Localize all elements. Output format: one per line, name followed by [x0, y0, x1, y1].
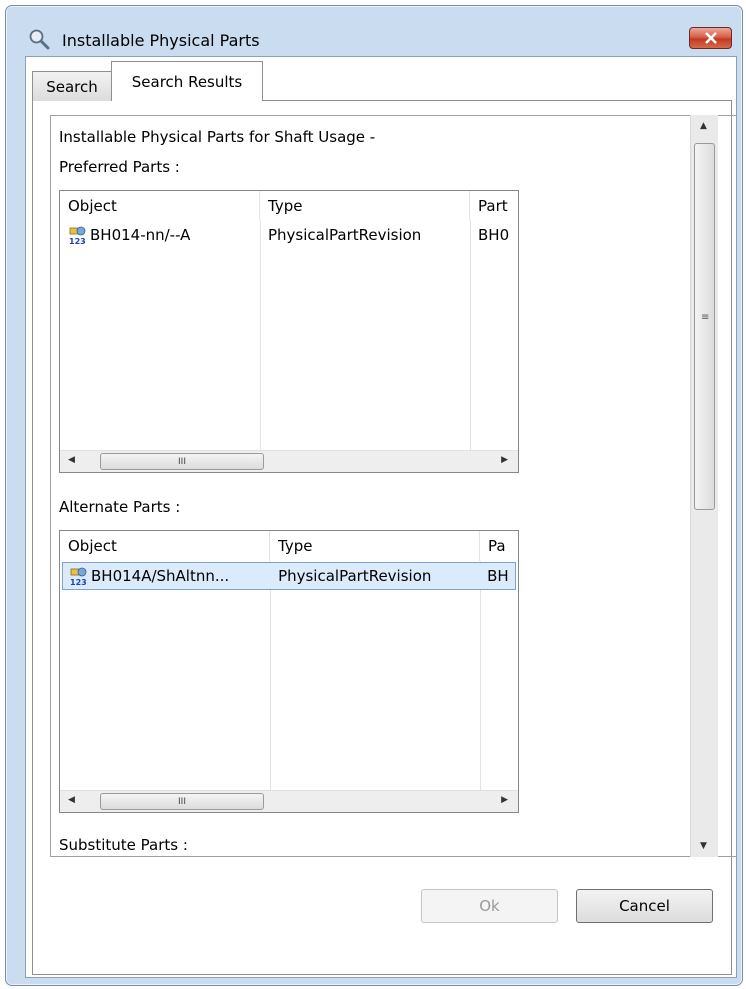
part-cell: BH0 — [478, 226, 510, 244]
column-header-type[interactable]: Type — [270, 531, 480, 561]
object-name: BH014-nn/--A — [90, 226, 191, 244]
alternate-parts-list[interactable]: Object Type Pa 123 BH014A/ShAltnn... Phy… — [59, 530, 519, 813]
scroll-thumb[interactable]: III — [100, 793, 264, 810]
type-cell: PhysicalPartRevision — [278, 567, 432, 585]
alternate-horizontal-scrollbar[interactable]: ◀ III ▶ — [60, 790, 518, 812]
physical-part-revision-icon: 123 — [69, 226, 86, 245]
preferred-parts-label: Preferred Parts : — [59, 158, 180, 176]
type-cell: PhysicalPartRevision — [268, 226, 422, 244]
title-bar[interactable]: Installable Physical Parts — [6, 6, 742, 60]
table-row[interactable]: 123 BH014A/ShAltnn... PhysicalPartRevisi… — [62, 562, 516, 590]
alternate-parts-label: Alternate Parts : — [59, 498, 181, 516]
physical-part-revision-icon: 123 — [70, 567, 87, 586]
object-cell: 123 BH014A/ShAltnn... — [63, 566, 270, 586]
vertical-scroll-thumb[interactable]: ≡ — [694, 143, 715, 510]
column-header-object[interactable]: Object — [60, 191, 260, 221]
column-header-object[interactable]: Object — [60, 531, 270, 561]
scroll-up-icon[interactable]: ▲ — [700, 121, 707, 131]
scroll-right-icon[interactable]: ▶ — [501, 455, 508, 465]
column-divider — [470, 221, 471, 451]
results-heading: Installable Physical Parts for Shaft Usa… — [59, 128, 376, 146]
grip-icon: ≡ — [701, 312, 710, 323]
tab-search-results-label: Search Results — [131, 72, 243, 91]
scroll-right-icon[interactable]: ▶ — [501, 795, 508, 805]
svg-text:123: 123 — [70, 578, 87, 586]
window-title: Installable Physical Parts — [62, 31, 260, 50]
tab-search-label: Search — [46, 77, 98, 96]
cancel-button[interactable]: Cancel — [576, 889, 713, 923]
object-cell: 123 BH014-nn/--A — [60, 225, 260, 245]
column-divider — [270, 561, 271, 791]
dialog-client-area: Search Search Results Installable Physic… — [25, 56, 737, 978]
close-button[interactable] — [689, 27, 732, 49]
part-cell: BH — [487, 567, 509, 585]
column-header-part[interactable]: Part — [470, 191, 518, 221]
tab-search[interactable]: Search — [32, 71, 112, 101]
tab-search-results[interactable]: Search Results — [111, 61, 263, 101]
scroll-left-icon[interactable]: ◀ — [68, 795, 75, 805]
table-row[interactable]: 123 BH014-nn/--A PhysicalPartRevision BH… — [60, 222, 518, 248]
preferred-horizontal-scrollbar[interactable]: ◀ III ▶ — [60, 450, 518, 472]
column-divider — [480, 561, 481, 791]
close-icon — [704, 32, 717, 44]
column-divider — [260, 221, 261, 451]
scroll-down-icon[interactable]: ▼ — [700, 841, 707, 851]
tab-divider — [263, 100, 731, 101]
magnifier-icon — [29, 29, 50, 50]
preferred-parts-list[interactable]: Object Type Part 123 BH014-nn/--A Physic… — [59, 190, 519, 473]
substitute-parts-label: Substitute Parts : — [59, 836, 188, 854]
object-name: BH014A/ShAltnn... — [91, 567, 230, 585]
scroll-left-icon[interactable]: ◀ — [68, 455, 75, 465]
svg-text:123: 123 — [69, 237, 86, 245]
scroll-thumb[interactable]: III — [100, 453, 264, 470]
column-header-part[interactable]: Pa — [480, 531, 518, 561]
results-scroll-area[interactable]: Installable Physical Parts for Shaft Usa… — [50, 115, 737, 857]
ok-button[interactable]: Ok — [421, 889, 558, 923]
vertical-scrollbar[interactable]: ▲ ≡ ▼ — [690, 115, 718, 857]
column-header-type[interactable]: Type — [260, 191, 470, 221]
alternate-list-header: Object Type Pa — [60, 531, 518, 561]
preferred-list-header: Object Type Part — [60, 191, 518, 221]
